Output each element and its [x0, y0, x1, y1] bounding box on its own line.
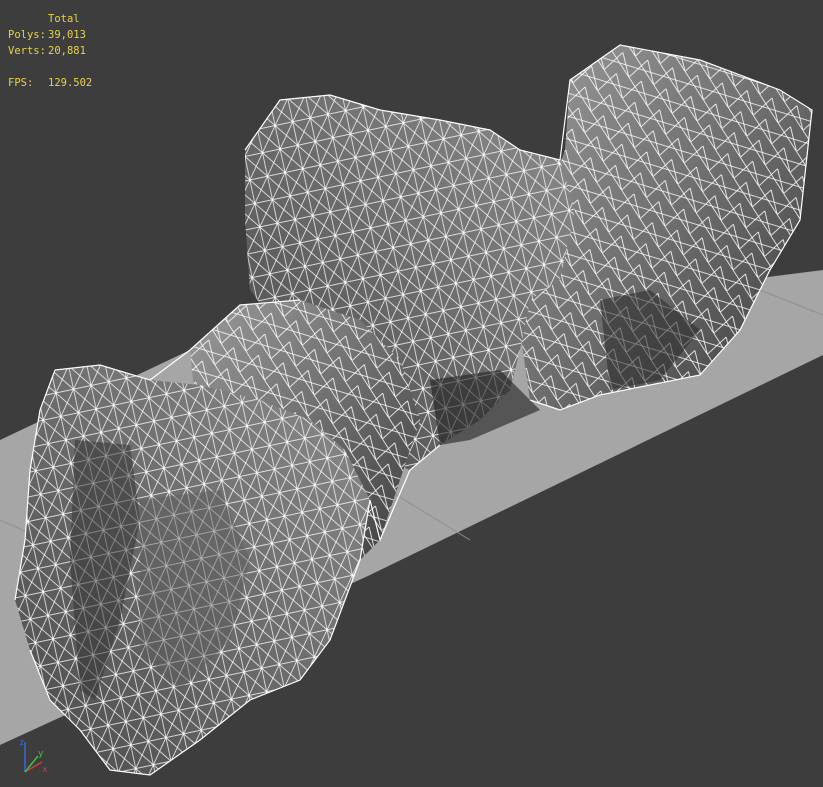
scene-canvas[interactable]: z x y [0, 0, 823, 787]
stats-fps-value: 129.502 [48, 77, 93, 89]
rock-mesh-left [15, 365, 370, 775]
stats-verts-label: Verts: [8, 45, 46, 57]
axis-x-label: x [42, 765, 48, 775]
viewport-statistics: Total Polys: 39,013 Verts: 20,881 FPS: 1… [8, 11, 92, 91]
stats-fps-label: FPS: [8, 77, 34, 89]
stats-polys-value: 39,013 [48, 29, 86, 41]
stats-polys-row: Polys: 39,013 [8, 27, 92, 43]
axis-z-label: z [19, 738, 24, 748]
stats-header: Total [48, 13, 80, 25]
stats-verts-value: 20,881 [48, 45, 86, 57]
axis-y-label: y [38, 749, 44, 759]
xyz-axis-tripod-icon: z x y [19, 738, 48, 775]
perspective-viewport[interactable]: z x y Total Polys: 39,013 Verts: 20,881 … [0, 0, 823, 787]
stats-verts-row: Verts: 20,881 [8, 43, 92, 59]
stats-fps-row: FPS: 129.502 [8, 75, 92, 91]
stats-polys-label: Polys: [8, 29, 46, 41]
